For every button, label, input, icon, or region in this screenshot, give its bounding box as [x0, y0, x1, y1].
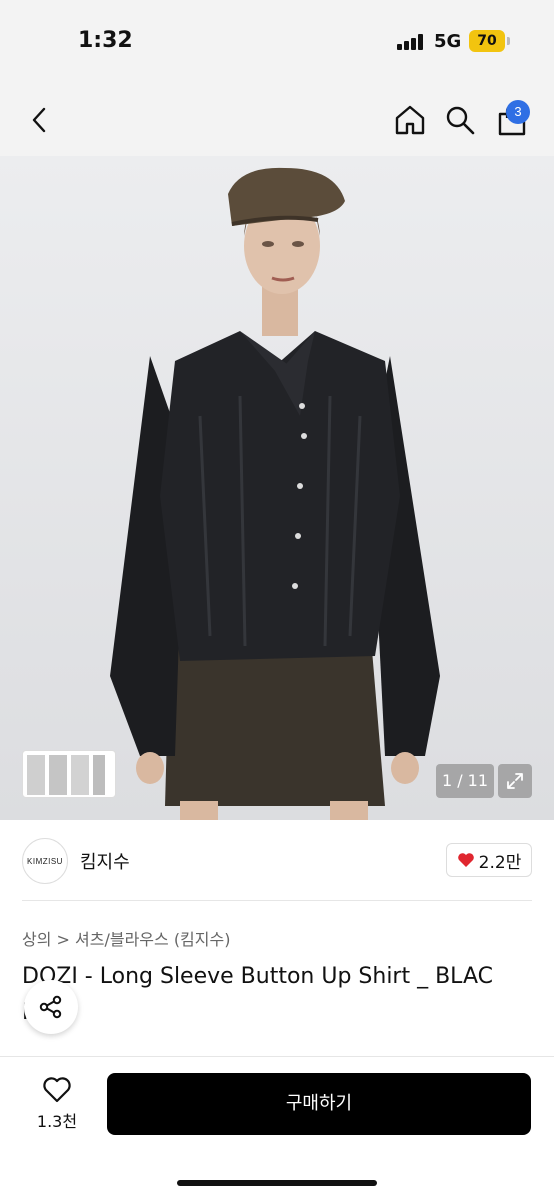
- thumbnail-strip[interactable]: ›: [22, 750, 116, 798]
- thumbnail-image[interactable]: [49, 755, 67, 795]
- product-title: DOZI - Long Sleeve Button Up Shirt _ BLA…: [22, 964, 493, 989]
- share-button[interactable]: [24, 980, 78, 1034]
- share-icon: [39, 995, 62, 1019]
- heart-outline-icon: [43, 1077, 71, 1103]
- status-bar: 1:32 5G 70: [0, 0, 554, 84]
- shop-like-count: 2.2만: [478, 852, 522, 873]
- breadcrumb[interactable]: 상의 > 셔츠/블라우스 (킴지수): [22, 926, 230, 950]
- shop-like-button[interactable]: 2.2만: [446, 843, 532, 877]
- image-counter: 1 / 11: [436, 764, 494, 798]
- shop-logo[interactable]: KIMZISU: [22, 838, 68, 884]
- network-type: 5G: [434, 31, 462, 52]
- product-photo: [0, 156, 554, 820]
- heart-icon: [457, 853, 474, 867]
- home-icon: [395, 105, 425, 135]
- home-indicator: [177, 1180, 377, 1186]
- search-button[interactable]: [438, 98, 482, 142]
- expand-icon: [507, 773, 523, 789]
- thumbnail-image[interactable]: [93, 755, 105, 795]
- back-button[interactable]: [18, 98, 62, 142]
- top-nav: [0, 84, 554, 156]
- buy-button[interactable]: 구매하기: [107, 1073, 531, 1135]
- wishlist-count: 1.3천: [36, 1112, 78, 1131]
- cart-count-badge: 3: [506, 100, 530, 124]
- back-icon: [32, 107, 46, 133]
- expand-button[interactable]: [498, 764, 532, 798]
- wishlist-button[interactable]: 1.3천: [30, 1076, 84, 1136]
- home-button[interactable]: [388, 98, 432, 142]
- thumbnail-image[interactable]: [27, 755, 45, 795]
- search-icon: [446, 106, 475, 135]
- shop-name[interactable]: 킴지수: [80, 848, 130, 874]
- battery-tip: [507, 37, 510, 45]
- status-time: 1:32: [78, 28, 133, 53]
- divider: [22, 900, 532, 901]
- product-image[interactable]: [0, 156, 554, 820]
- signal-icon: [397, 34, 427, 50]
- thumbnail-image[interactable]: [71, 755, 89, 795]
- battery-icon: 70: [469, 30, 505, 52]
